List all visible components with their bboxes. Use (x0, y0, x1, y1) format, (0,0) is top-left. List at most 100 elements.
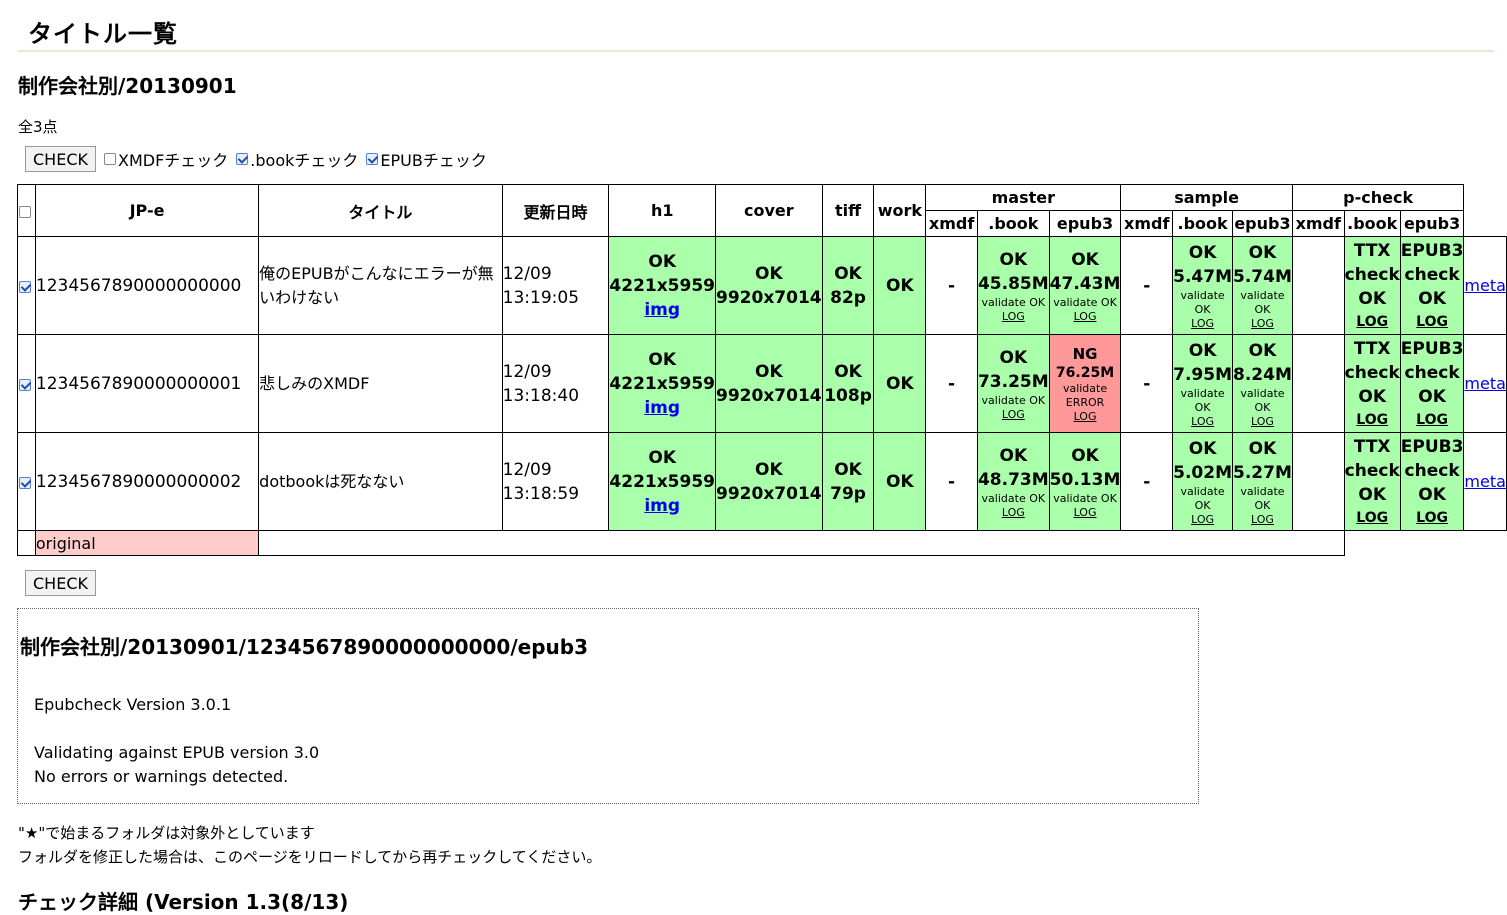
master-epub3-log-link[interactable]: LOG (1050, 410, 1121, 424)
h1-img-link[interactable]: img (644, 496, 680, 516)
check-button-bottom[interactable]: CHECK (25, 570, 96, 596)
header-cover: cover (715, 184, 823, 237)
row-checkbox[interactable] (19, 476, 32, 489)
check-button[interactable]: CHECK (25, 146, 96, 172)
sample-book-log-link[interactable]: LOG (1173, 415, 1232, 429)
h1-img-link[interactable]: img (644, 398, 680, 418)
epub-check-option[interactable]: EPUBチェック (366, 147, 487, 171)
epub-checkbox[interactable] (366, 153, 379, 165)
header-jpe: JP-e (34, 184, 260, 237)
xmdf-check-option[interactable]: XMDFチェック (103, 147, 228, 171)
cover-cell: OK 9920x7014 (715, 432, 823, 531)
pcheck-epub3-line1: EPUB3 (1400, 436, 1464, 457)
pcheck-book-cell: TTX check OK LOG (1343, 236, 1401, 335)
sample-book-size: 5.47M (1173, 266, 1233, 287)
sample-epub3-size: 5.27M (1233, 462, 1292, 483)
pcheck-book-line2: check (1344, 362, 1400, 383)
sample-epub3-log-link[interactable]: LOG (1233, 317, 1292, 331)
footer-spacer (1344, 531, 1506, 556)
master-book-status: OK (999, 445, 1028, 466)
check-controls: CHECK XMDFチェック .bookチェック EPUBチェック (25, 146, 487, 172)
h1-status: OK (648, 349, 677, 370)
tiff-status: OK (834, 361, 862, 382)
sample-book-validate-result: OK (1194, 400, 1211, 414)
pcheck-book-log-link[interactable]: LOG (1345, 409, 1400, 431)
row-select-cell (17, 432, 36, 531)
sample-book-cell: OK 5.02M validate OK LOG (1172, 432, 1234, 531)
pcheck-book-log-link[interactable]: LOG (1345, 507, 1400, 529)
h1-cell: OK 4221x5959 img (608, 334, 717, 433)
cover-size: 9920x7014 (716, 483, 822, 504)
pcheck-epub3-line1: EPUB3 (1400, 240, 1464, 261)
h1-size: 4221x5959 (609, 275, 716, 296)
pcheck-epub3-line2: check (1404, 362, 1460, 383)
header-sample-xmdf: xmdf (1120, 210, 1174, 237)
row-checkbox[interactable] (19, 280, 32, 293)
table-row: 1234567890000000002 dotbookは死なない 12/09 1… (17, 432, 1507, 531)
row-checkbox[interactable] (19, 378, 32, 391)
master-epub3-status: OK (1071, 445, 1099, 466)
footer-fill-cell (258, 530, 1345, 556)
pcheck-epub3-line2: check (1404, 460, 1460, 481)
master-book-size: 45.85M (977, 273, 1049, 294)
header-sample: sample (1120, 184, 1293, 211)
pcheck-book-cell: TTX check OK LOG (1343, 432, 1401, 531)
h1-size: 4221x5959 (609, 373, 716, 394)
original-label: original (34, 530, 260, 556)
master-book-cell: OK 45.85M validate OK LOG (976, 236, 1050, 335)
book-check-option[interactable]: .bookチェック (236, 147, 358, 171)
header-title: タイトル (258, 184, 503, 237)
meta-link[interactable]: meta (1464, 276, 1506, 295)
h1-cell: OK 4221x5959 img (608, 236, 717, 335)
master-epub3-validate: validate OK (1053, 491, 1117, 505)
updated-cell: 12/09 13:18:59 (501, 432, 610, 531)
xmdf-checkbox[interactable] (103, 153, 116, 165)
pcheck-epub3-log-link[interactable]: LOG (1401, 311, 1464, 333)
h1-img-link[interactable]: img (644, 300, 680, 320)
log-line-version: Epubcheck Version 3.0.1 (34, 695, 232, 714)
header-master-xmdf: xmdf (925, 210, 978, 237)
master-epub3-log-link[interactable]: LOG (1050, 506, 1121, 520)
sample-epub3-status: OK (1248, 438, 1277, 459)
book-title: dotbookは死なない (258, 432, 503, 531)
row-select-cell (17, 236, 36, 335)
title-table: JP-e タイトル 更新日時 h1 cover tiff work master… (17, 184, 1507, 556)
book-title: 悲しみのXMDF (258, 334, 503, 433)
header-sample-epub3: epub3 (1232, 210, 1293, 237)
pcheck-epub3-line3: OK (1418, 484, 1446, 505)
meta-link[interactable]: meta (1464, 374, 1506, 393)
master-book-log-link[interactable]: LOG (978, 310, 1049, 324)
cover-size: 9920x7014 (716, 385, 822, 406)
sample-book-validate-result: OK (1194, 498, 1211, 512)
sample-epub3-log-link[interactable]: LOG (1233, 415, 1292, 429)
pcheck-epub3-log-link[interactable]: LOG (1401, 409, 1464, 431)
table-row: 1234567890000000001 悲しみのXMDF 12/09 13:18… (17, 334, 1507, 433)
sample-book-log-link[interactable]: LOG (1173, 317, 1232, 331)
master-xmdf: - (925, 432, 978, 531)
meta-link[interactable]: meta (1464, 472, 1506, 491)
cover-cell: OK 9920x7014 (715, 334, 823, 433)
updated-cell: 12/09 13:19:05 (501, 236, 610, 335)
sample-book-status: OK (1188, 438, 1217, 459)
select-all-checkbox[interactable] (19, 205, 32, 218)
section-title: 制作会社別/20130901 (18, 74, 237, 98)
updated-time: 13:18:40 (502, 385, 580, 406)
master-epub3-log-link[interactable]: LOG (1050, 310, 1121, 324)
sample-epub3-status: OK (1248, 340, 1277, 361)
sample-book-validate-result: OK (1194, 302, 1211, 316)
pcheck-book-log-link[interactable]: LOG (1345, 311, 1400, 333)
master-book-log-link[interactable]: LOG (978, 408, 1049, 422)
h1-cell: OK 4221x5959 img (608, 432, 717, 531)
book-checkbox[interactable] (236, 153, 249, 165)
pcheck-book-line2: check (1344, 264, 1400, 285)
sample-xmdf: - (1120, 334, 1174, 433)
master-book-log-link[interactable]: LOG (978, 506, 1049, 520)
master-epub3-size: 47.43M (1049, 273, 1121, 294)
sample-epub3-status: OK (1248, 242, 1277, 263)
header-master-epub3: epub3 (1048, 210, 1122, 237)
master-epub3-cell: OK 47.43M validate OK LOG (1048, 236, 1122, 335)
sample-book-validate: validate (1180, 288, 1225, 302)
sample-epub3-log-link[interactable]: LOG (1233, 513, 1292, 527)
sample-book-log-link[interactable]: LOG (1173, 513, 1232, 527)
pcheck-epub3-log-link[interactable]: LOG (1401, 507, 1464, 529)
